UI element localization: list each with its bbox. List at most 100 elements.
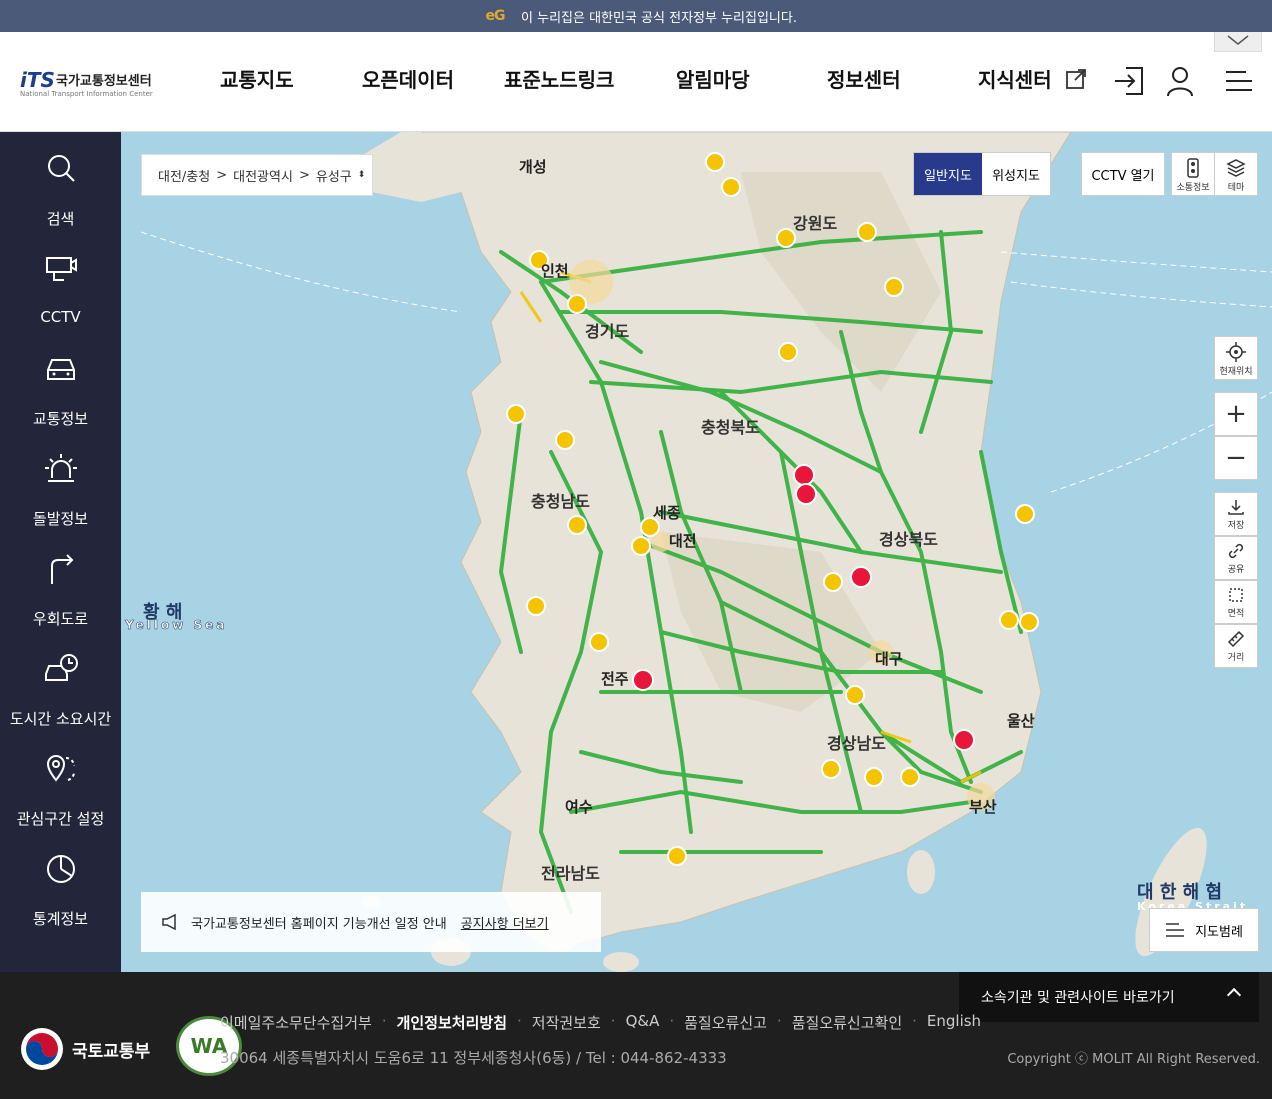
notice-text[interactable]: 국가교통정보센터 홈페이지 기능개선 일정 안내 xyxy=(191,913,447,932)
sidebar-item-interest-section[interactable]: 관심구간 설정 xyxy=(0,752,121,842)
travel-time-icon xyxy=(45,654,78,681)
traffic-light-icon xyxy=(1187,158,1199,178)
map-type-normal-button[interactable]: 일반지도 xyxy=(914,153,982,195)
footer-link-copyright[interactable]: 저작권보호 xyxy=(532,1012,601,1033)
footer-link-privacy[interactable]: 개인정보처리방침 xyxy=(397,1012,507,1033)
nav-info-center[interactable]: 정보센터 xyxy=(827,64,901,98)
zoom-out-button[interactable]: − xyxy=(1214,436,1258,480)
city-label-jeonju: 전주 xyxy=(601,670,629,688)
map-legend-button[interactable]: 지도범례 xyxy=(1149,908,1259,952)
nav-notice[interactable]: 알림마당 xyxy=(676,64,750,98)
footer-copyright: Copyright ⓒ MOLIT All Right Reserved. xyxy=(1007,1052,1260,1067)
zoom-in-button[interactable]: + xyxy=(1214,392,1258,436)
sidebar-item-detour[interactable]: 우회도로 xyxy=(0,552,121,642)
sidebar-item-statistics[interactable]: 통계정보 xyxy=(0,852,121,942)
theme-button[interactable]: 테마 xyxy=(1214,152,1258,196)
notice-bar: 국가교통정보센터 홈페이지 기능개선 일정 안내 공지사항 더보기 xyxy=(141,892,601,952)
cctv-icon xyxy=(46,257,77,281)
sidebar-item-incident[interactable]: 돌발정보 xyxy=(0,452,121,542)
footer-link-error-check[interactable]: 품질오류신고확인 xyxy=(792,1012,902,1033)
breadcrumb-separator: > xyxy=(298,167,310,183)
land-mass xyxy=(420,132,1072,953)
sidebar-label: 도시간 소요시간 xyxy=(9,710,112,728)
user-icon[interactable] xyxy=(1163,64,1197,98)
save-button[interactable]: 저장 xyxy=(1214,492,1258,536)
logo-name: 국가교통정보센터 xyxy=(56,74,152,89)
footer-link-qna[interactable]: Q&A xyxy=(626,1012,660,1033)
sidebar-item-search[interactable]: 검색 xyxy=(0,152,121,242)
breadcrumb-separator: > xyxy=(216,167,228,183)
area-measure-button[interactable]: 면적 xyxy=(1214,580,1258,624)
search-icon xyxy=(48,155,75,182)
city-label-ulsan: 울산 xyxy=(1007,712,1035,730)
nav-knowledge-center[interactable]: 지식센터 xyxy=(978,64,1087,98)
footer-links: 이메일주소무단수집거부 · 개인정보처리방침 · 저작권보호 · Q&A · 품질오류신… xyxy=(220,1012,982,1033)
city-label-gwangju: 여수 xyxy=(565,798,593,816)
korea-taegeuk-icon xyxy=(21,1028,63,1070)
sidebar-label: CCTV xyxy=(40,308,81,326)
legend-label: 지도범례 xyxy=(1195,924,1243,940)
ruler-icon xyxy=(1227,630,1245,648)
region-label-gyeongbuk: 경상북도 xyxy=(879,530,938,549)
region-label-gyeonggi: 경기도 xyxy=(585,322,630,341)
sort-icon[interactable]: ⬍ xyxy=(358,170,366,180)
related-sites-button[interactable]: 소속기관 및 관련사이트 바로가기 xyxy=(959,972,1259,1022)
its-logo-mark: iTS xyxy=(20,68,55,92)
share-label: 공유 xyxy=(1227,565,1245,575)
map-canvas[interactable] xyxy=(121,132,1272,972)
alarm-icon xyxy=(45,454,77,482)
sidebar-item-traffic[interactable]: 교통정보 xyxy=(0,352,121,442)
cctv-open-button[interactable]: CCTV 열기 xyxy=(1081,152,1165,196)
city-label-daejeon: 대전 xyxy=(669,532,697,550)
sidebar-label: 관심구간 설정 xyxy=(16,810,105,828)
theme-label: 테마 xyxy=(1227,183,1245,193)
megaphone-icon xyxy=(162,913,176,931)
traffic-map[interactable]: 황 해 Yellow Sea 대 한 해 협 Korea Strait 강원도 … xyxy=(121,132,1272,972)
login-icon[interactable] xyxy=(1112,64,1146,98)
footer-link-english[interactable]: English xyxy=(927,1012,981,1033)
sidebar-item-travel-time[interactable]: 도시간 소요시간 xyxy=(0,652,121,742)
share-button[interactable]: 공유 xyxy=(1214,536,1258,580)
nav-node-link[interactable]: 표준노드링크 xyxy=(504,64,614,98)
banner-toggle-button[interactable] xyxy=(1214,32,1262,52)
sidebar-label: 검색 xyxy=(46,210,75,228)
egov-logo: eG xyxy=(485,8,506,24)
logo-english: National Transport Information Center xyxy=(20,90,153,98)
distance-measure-button[interactable]: 거리 xyxy=(1214,624,1258,668)
footer-link-error-report[interactable]: 품질오류신고 xyxy=(684,1012,767,1033)
breadcrumb-item[interactable]: 대전광역시 xyxy=(233,166,293,185)
map-type-toggle: 일반지도 위성지도 xyxy=(913,152,1051,196)
crosshair-icon xyxy=(1226,342,1246,362)
legend-list-icon xyxy=(1166,923,1185,937)
region-label-gyeongnam: 경상남도 xyxy=(827,734,886,753)
current-location-label: 현재위치 xyxy=(1219,367,1253,377)
traffic-info-button[interactable]: 소통정보 xyxy=(1171,152,1215,196)
current-location-button[interactable]: 현재위치 xyxy=(1214,336,1258,380)
sidebar-label: 교통정보 xyxy=(32,410,89,428)
nav-traffic-map[interactable]: 교통지도 xyxy=(220,64,294,98)
footer-link-email[interactable]: 이메일주소무단수집거부 xyxy=(220,1012,372,1033)
notice-more-link[interactable]: 공지사항 더보기 xyxy=(461,913,549,932)
region-label-gangwon: 강원도 xyxy=(793,214,838,233)
layers-icon xyxy=(1226,159,1246,177)
region-label-jeonnam: 전라남도 xyxy=(541,864,600,883)
breadcrumb-item[interactable]: 유성구 xyxy=(316,166,352,185)
site-logo[interactable]: iTS 국가교통정보센터 National Transport Informat… xyxy=(20,68,165,102)
breadcrumb-item[interactable]: 대전/충청 xyxy=(158,166,210,185)
area-icon xyxy=(1229,588,1243,602)
city-label-daegu: 대구 xyxy=(875,650,903,668)
map-type-satellite-button[interactable]: 위성지도 xyxy=(982,153,1050,195)
sidebar-label: 우회도로 xyxy=(32,610,89,628)
nav-open-data[interactable]: 오픈데이터 xyxy=(362,64,454,98)
pin-icon xyxy=(46,755,75,782)
sidebar-label: 돌발정보 xyxy=(32,510,89,528)
site-footer: 소속기관 및 관련사이트 바로가기 국토교통부 WA 이메일주소무단수집거부 · … xyxy=(0,972,1272,1099)
region-breadcrumb[interactable]: 대전/충청 > 대전광역시 > 유성구 ⬍ xyxy=(141,154,373,196)
ministry-name: 국토교통부 xyxy=(72,1041,151,1062)
sidebar-item-cctv[interactable]: CCTV xyxy=(0,252,121,342)
distance-label: 거리 xyxy=(1227,653,1245,663)
area-label: 면적 xyxy=(1227,609,1245,619)
site-header: iTS 국가교통정보센터 National Transport Informat… xyxy=(0,32,1272,132)
menu-icon[interactable] xyxy=(1222,64,1256,98)
link-icon xyxy=(1228,543,1244,559)
